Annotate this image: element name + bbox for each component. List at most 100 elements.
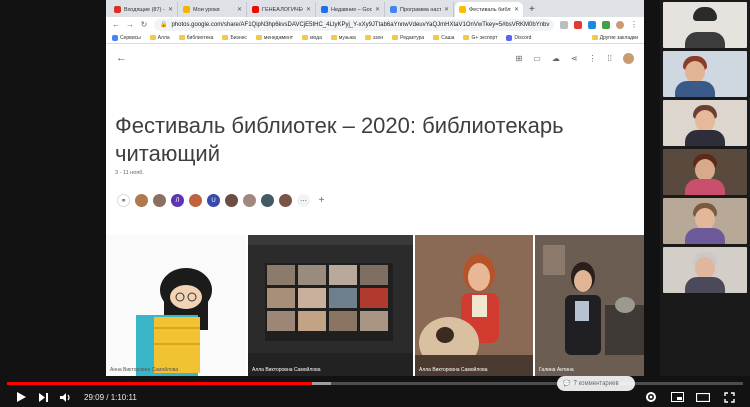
- participant-video[interactable]: [663, 51, 747, 97]
- contributor-avatar[interactable]: [279, 194, 292, 207]
- bookmark-discord[interactable]: Discord: [506, 34, 531, 41]
- close-tab-icon[interactable]: ✕: [168, 6, 173, 13]
- cloud-upload-icon[interactable]: ☁: [552, 54, 560, 63]
- album-date: 3 - 11 нояб.: [115, 170, 144, 176]
- back-arrow-icon[interactable]: ←: [112, 20, 120, 29]
- tab-library-festival[interactable]: Фестиваль библиот✕: [455, 2, 523, 17]
- photo-tile[interactable]: Галина Аитина: [535, 235, 644, 376]
- add-contributor-button[interactable]: +: [315, 194, 328, 207]
- participant-face: [695, 110, 715, 132]
- more-contributors-button[interactable]: ⋯: [297, 194, 310, 207]
- contributor-avatar[interactable]: [135, 194, 148, 207]
- participant-body: [685, 130, 725, 146]
- album-title: Фестиваль библиотек – 2020: библиотекарь…: [115, 113, 564, 166]
- bookmark-folder[interactable]: менеджмент: [255, 35, 293, 41]
- folder-icon: [255, 35, 262, 40]
- profile-avatar[interactable]: [616, 20, 624, 29]
- folder-icon: [392, 35, 399, 40]
- photo-caption: Анна Викторовна Самойлова: [110, 367, 179, 373]
- bookmark-folder[interactable]: музыка: [330, 35, 356, 41]
- bookmark-folder[interactable]: эзон: [364, 35, 383, 41]
- extension-icon[interactable]: [588, 20, 596, 29]
- gear-icon[interactable]: [640, 387, 662, 407]
- participant-video[interactable]: [663, 198, 747, 244]
- right-controls: [640, 387, 740, 407]
- docs-icon: [390, 6, 397, 13]
- other-bookmarks[interactable]: Другие закладки: [591, 35, 638, 41]
- participant-face: [693, 7, 717, 21]
- close-tab-icon[interactable]: ✕: [444, 6, 449, 13]
- tab-genealogy[interactable]: ГЕНЕАЛОГИЧЕСКАЯ✕: [248, 2, 316, 17]
- participant-video[interactable]: [663, 2, 747, 48]
- extension-icon[interactable]: [574, 20, 582, 29]
- link-icon[interactable]: ⚭: [117, 194, 130, 207]
- bookmark-folder[interactable]: Саша: [433, 35, 454, 41]
- close-tab-icon[interactable]: ✕: [375, 6, 380, 13]
- contributor-avatar[interactable]: [243, 194, 256, 207]
- photo-caption: Алла Викторовна Самойлова: [252, 367, 321, 373]
- photo-tile[interactable]: Анна Викторовна Самойлова: [106, 235, 246, 376]
- contributor-avatar[interactable]: Л: [171, 194, 184, 207]
- controls-row: 29:09 / 1:10:11: [0, 387, 750, 407]
- url-input[interactable]: 🔒 photos.google.com/share/AF1QipN3hp6kvs…: [154, 18, 554, 31]
- participant-body: [685, 277, 725, 293]
- bookmark-folder[interactable]: мода: [302, 35, 322, 41]
- miniplayer-icon[interactable]: [666, 387, 688, 407]
- reader-illustration: [136, 268, 212, 376]
- folder-icon: [178, 35, 185, 40]
- time-display: 29:09 / 1:10:11: [84, 392, 137, 402]
- reader-photo: [415, 235, 533, 376]
- skip-next-icon[interactable]: [32, 387, 54, 407]
- folder-icon: [183, 6, 190, 13]
- tab-lessons[interactable]: Мои уроки ✕: [179, 2, 247, 17]
- contributor-avatar[interactable]: [261, 194, 274, 207]
- bookmark-folder[interactable]: G+ экспорт: [463, 35, 497, 41]
- close-tab-icon[interactable]: ✕: [306, 6, 311, 13]
- more-vert-icon[interactable]: ⋮: [589, 54, 597, 63]
- add-photo-icon[interactable]: ⊞: [516, 54, 523, 63]
- share-icon[interactable]: ⋖: [571, 54, 578, 63]
- participant-video[interactable]: [663, 149, 747, 195]
- theater-icon[interactable]: [692, 387, 714, 407]
- contributor-avatar[interactable]: U: [207, 194, 220, 207]
- participant-video[interactable]: [663, 100, 747, 146]
- folder-icon: [330, 35, 337, 40]
- account-avatar[interactable]: [623, 52, 634, 64]
- browser-window: Входящие (87) - ванд✕ Мои уроки✕ ГЕНЕАЛО…: [106, 0, 644, 376]
- apps-grid-icon[interactable]: ⁞⁞: [608, 54, 612, 63]
- star-icon[interactable]: [560, 20, 568, 29]
- reload-icon[interactable]: ↻: [140, 20, 148, 29]
- slideshow-icon[interactable]: ▭: [533, 54, 541, 63]
- contributor-avatar[interactable]: [189, 194, 202, 207]
- extension-icon[interactable]: [602, 20, 610, 29]
- discord-icon: [506, 34, 513, 41]
- participant-body: [685, 32, 725, 48]
- participant-video[interactable]: [663, 247, 747, 293]
- play-icon[interactable]: [10, 387, 32, 407]
- browser-menu-icon[interactable]: ⋮: [630, 20, 638, 29]
- tab-bar: Входящие (87) - ванд✕ Мои уроки✕ ГЕНЕАЛО…: [106, 0, 644, 17]
- bookmark-folder[interactable]: Алла: [149, 35, 170, 41]
- photo-tile[interactable]: Алла Викторовна Самойлова: [415, 235, 533, 376]
- bookmark-folder[interactable]: Бизнес: [222, 35, 247, 41]
- tab-mentor-program[interactable]: Программа настав✕: [386, 2, 454, 17]
- close-tab-icon[interactable]: ✕: [237, 6, 242, 13]
- progress-bar[interactable]: [7, 382, 743, 385]
- participant-body: [675, 81, 715, 97]
- photos-album-page: ← ⊞ ▭ ☁ ⋖ ⋮ ⁞⁞ Фестиваль библиотек – 202…: [106, 44, 644, 376]
- bookmark-folder[interactable]: библиотека: [178, 35, 213, 41]
- tab-recent-drive[interactable]: Недавние – Google✕: [317, 2, 385, 17]
- bookmark-apps[interactable]: Сервисы: [112, 34, 141, 41]
- contributor-avatar[interactable]: [153, 194, 166, 207]
- new-tab-button[interactable]: +: [524, 2, 540, 17]
- forward-arrow-icon[interactable]: →: [126, 20, 134, 29]
- tab-inbox[interactable]: Входящие (87) - ванд✕: [110, 2, 178, 17]
- participants-panel: [660, 0, 750, 376]
- photo-tile[interactable]: Алла Викторовна Самойлова: [248, 235, 413, 376]
- close-tab-icon[interactable]: ✕: [514, 6, 519, 13]
- volume-icon[interactable]: [54, 387, 76, 407]
- bookmark-folder[interactable]: Редактура: [392, 35, 424, 41]
- contributor-avatar[interactable]: [225, 194, 238, 207]
- fullscreen-icon[interactable]: [718, 387, 740, 407]
- arrow-left-icon[interactable]: ←: [116, 52, 127, 64]
